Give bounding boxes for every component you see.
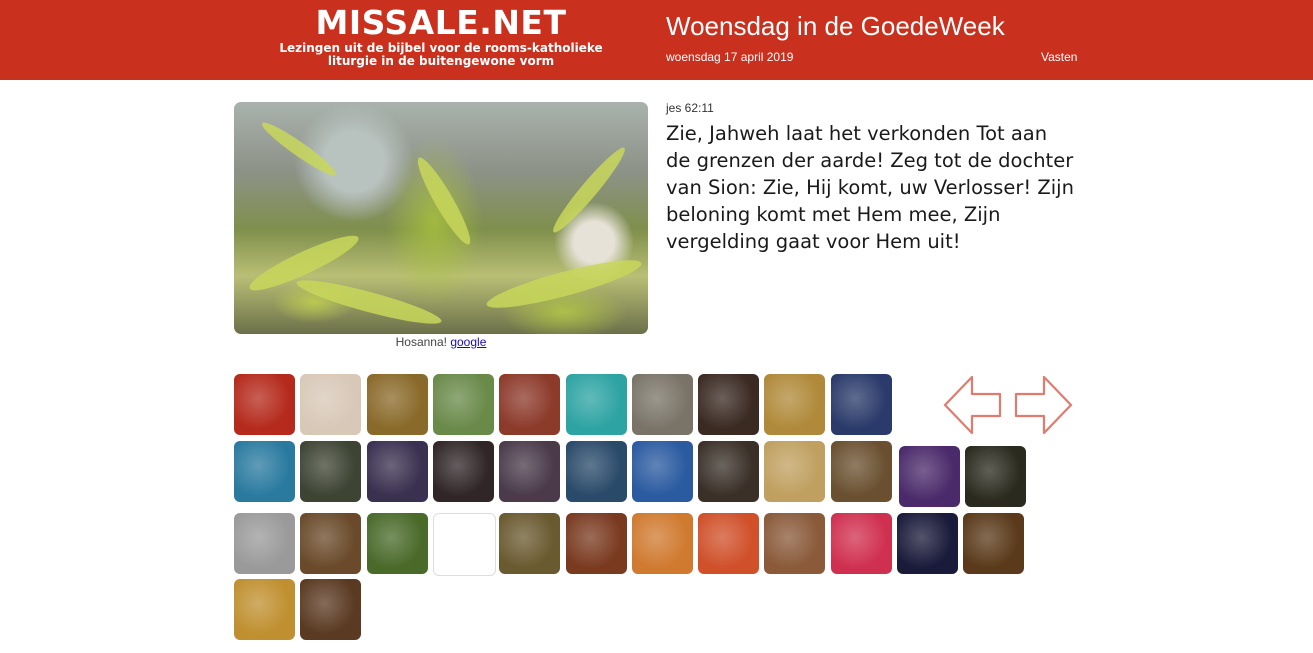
thumb-rembrandt[interactable] [764, 374, 825, 435]
thumb-pilate[interactable] [764, 441, 825, 502]
season-label: Vasten [1041, 50, 1078, 64]
thumb-crucifix-red[interactable] [234, 374, 295, 435]
image-caption: Hosanna! google [234, 334, 648, 350]
caption-source-link[interactable]: google [450, 335, 486, 349]
thumb-icon-jesus[interactable] [632, 441, 693, 502]
thumb-silhouettes[interactable] [899, 446, 960, 507]
thumb-into-your-hands[interactable] [433, 513, 496, 576]
thumb-dark-scene[interactable] [433, 441, 494, 502]
thumb-carrying-cross[interactable] [300, 513, 361, 574]
site-title[interactable]: MISSALE.NET [276, 4, 606, 42]
thumb-kiss-judas[interactable] [698, 374, 759, 435]
brand-block[interactable]: MISSALE.NET Lezingen uit de bijbel voor … [276, 4, 606, 68]
thumb-modern-colors[interactable] [632, 513, 693, 574]
thumb-stained-glass[interactable] [433, 374, 494, 435]
next-button[interactable] [1012, 374, 1074, 436]
thumb-woodcut[interactable] [234, 513, 295, 574]
thumb-mocking[interactable] [698, 441, 759, 502]
site-header: MISSALE.NET Lezingen uit de bijbel voor … [0, 0, 1313, 80]
feature-image [234, 102, 648, 334]
previous-button[interactable] [942, 374, 1004, 436]
arrow-left-icon [943, 375, 1002, 435]
thumb-dark-crowd[interactable] [965, 446, 1026, 507]
reading-reference: jes 62:11 [666, 101, 714, 115]
thumb-ecce-homo[interactable] [963, 513, 1024, 574]
thumb-crowd-yellow[interactable] [831, 441, 892, 502]
thumb-teal-circle[interactable] [566, 374, 627, 435]
reading-text: Zie, Jahweh laat het verkonden Tot aan d… [666, 122, 1074, 253]
thumb-angel-blue[interactable] [831, 374, 892, 435]
thumb-pope[interactable] [300, 374, 361, 435]
day-title: Woensdag in de GoedeWeek [666, 11, 1005, 41]
thumb-crucifixion-night[interactable] [897, 513, 958, 574]
thumb-supper-red[interactable] [499, 374, 560, 435]
thumb-jesus-crying[interactable] [566, 441, 627, 502]
thumb-gethsemane-grey[interactable] [632, 374, 693, 435]
site-subtitle-line2: liturgie in de buitengewone vorm [327, 54, 555, 68]
thumb-descent[interactable] [764, 513, 825, 574]
thumb-peter-denial[interactable] [499, 441, 560, 502]
thumb-cross-road[interactable] [499, 513, 560, 574]
thumb-red-blue[interactable] [831, 513, 892, 574]
thumb-dead-christ[interactable] [234, 579, 295, 640]
arrow-right-icon [1014, 375, 1073, 435]
thumb-agony-garden[interactable] [300, 441, 361, 502]
thumb-light-blue[interactable] [234, 441, 295, 502]
thumb-green-gold[interactable] [367, 513, 428, 574]
thumb-fire-scene[interactable] [566, 513, 627, 574]
thumb-arrest-crowd[interactable] [367, 441, 428, 502]
thumb-last-supper[interactable] [367, 374, 428, 435]
caption-text: Hosanna! [395, 335, 447, 349]
thumb-crown-thorns[interactable] [300, 579, 361, 640]
date-label: woensdag 17 april 2019 [666, 50, 794, 64]
thumb-orange[interactable] [698, 513, 759, 574]
